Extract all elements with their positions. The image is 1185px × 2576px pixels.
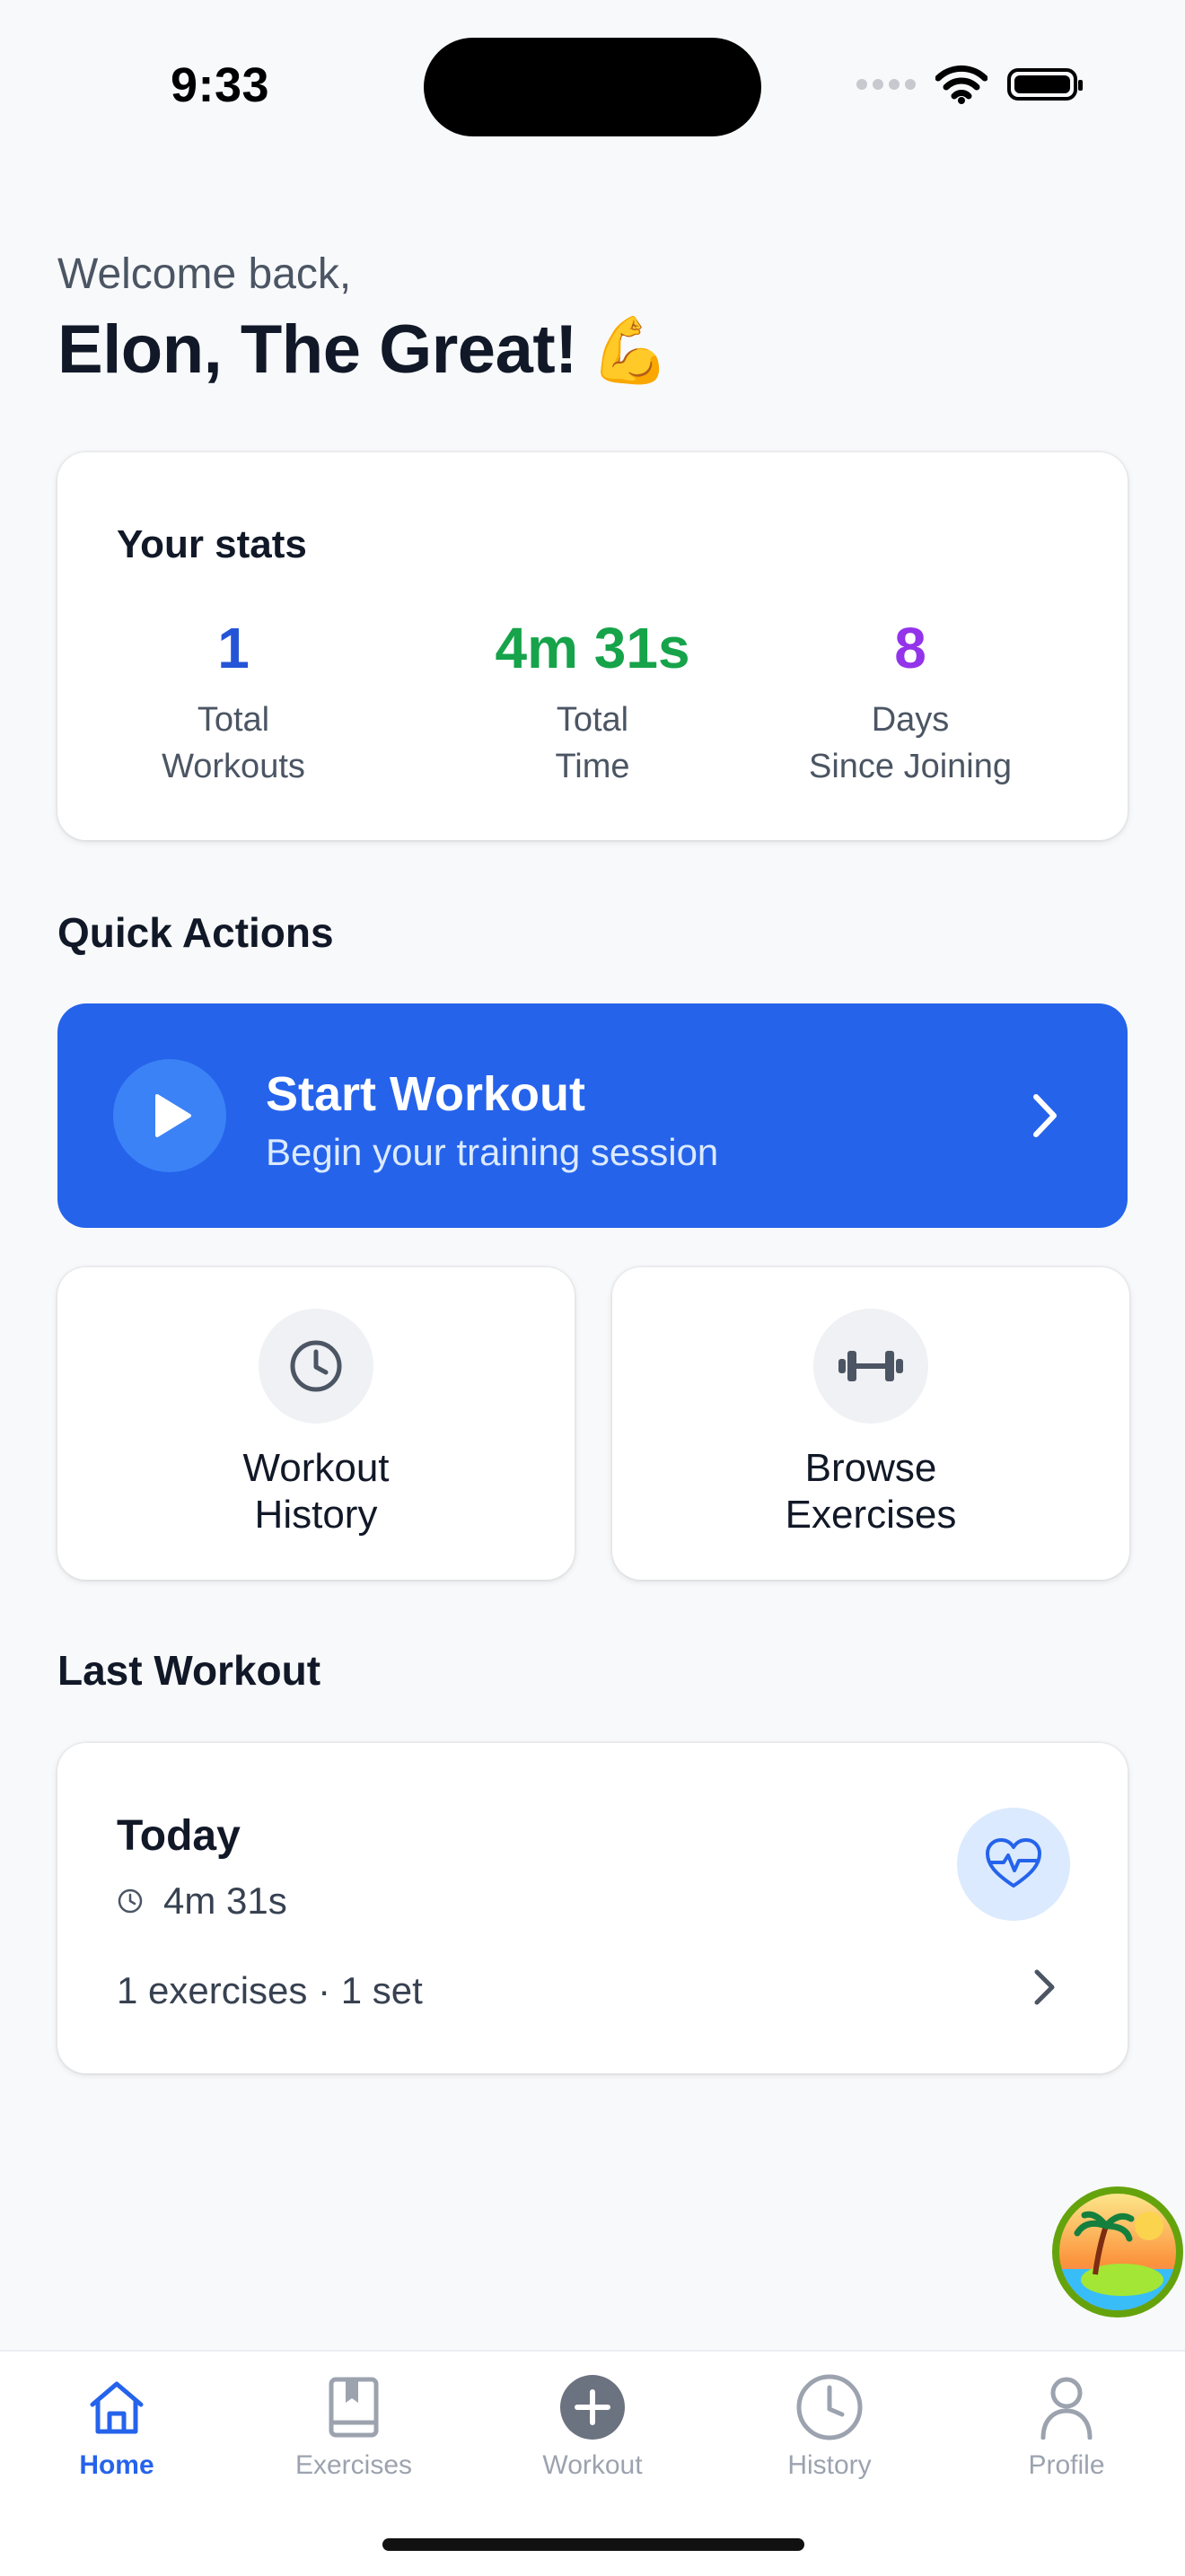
clock-icon [290,1340,342,1392]
duration-value: 4m 31s [163,1879,287,1922]
play-icon [155,1094,191,1137]
last-workout-day: Today [117,1812,241,1860]
tab-workout[interactable]: Workout [503,2373,682,2481]
tab-label: Home [79,2450,154,2480]
stat-label: Total Workouts [81,697,386,790]
flexed-biceps-emoji: 💪 [589,315,671,387]
stat-label-line: Time [555,748,630,785]
start-workout-subtitle: Begin your training session [266,1131,719,1173]
tab-history[interactable]: History [740,2373,919,2481]
stat-total-workouts: 1 Total Workouts [81,619,386,790]
browse-exercises-label: Browse Exercises [612,1445,1129,1538]
tab-label: Workout [542,2450,643,2480]
stats-card: Your stats 1 Total Workouts 4m 31s Total… [57,452,1128,840]
battery-icon [1007,68,1083,101]
stat-label-line: Days [871,701,950,739]
last-workout-card[interactable]: Today 4m 31s 1 exercises · 1 set [57,1743,1128,2073]
dumbbell-icon-circle [813,1309,928,1424]
action-label-line: Workout [242,1446,390,1490]
last-workout-meta: 1 exercises · 1 set [117,1969,423,2011]
status-icons [856,65,1083,104]
dumbbell-icon [838,1351,903,1381]
home-icon [83,2373,151,2441]
action-label-line: History [254,1493,378,1537]
plus-circle-icon [558,2373,627,2441]
chevron-right-icon [1033,1094,1057,1137]
last-workout-title: Last Workout [57,1647,321,1694]
clock-icon [118,1888,143,1914]
signal-dots-icon [856,79,916,90]
stat-value: 1 [217,616,250,680]
clock-icon [795,2373,864,2441]
last-workout-duration: 4m 31s [117,1879,287,1923]
action-label-line: Exercises [785,1493,957,1537]
workout-history-label: Workout History [57,1445,575,1538]
stat-label-line: Total [556,701,629,739]
clock-icon-circle [259,1309,373,1424]
book-icon [320,2373,388,2441]
welcome-text: Welcome back, [57,250,352,298]
user-greeting: Elon, The Great! 💪 [57,311,671,389]
username: Elon, The Great! [57,311,577,388]
tab-profile[interactable]: Profile [977,2373,1156,2481]
heart-pulse-icon [986,1838,1041,1888]
person-icon [1032,2373,1101,2441]
quick-actions-title: Quick Actions [57,909,334,956]
heart-pulse-icon-circle [957,1808,1070,1921]
start-workout-button[interactable]: Start Workout Begin your training sessio… [57,1003,1128,1228]
chevron-right-icon [1034,1969,1055,2005]
stat-days-since-joining: 8 Days Since Joining [758,619,1063,790]
wifi-icon [935,65,988,104]
tropical-island-avatar [1059,2194,1176,2310]
stat-label-line: Total [197,701,270,739]
stat-value: 8 [894,616,926,680]
stat-total-time: 4m 31s Total Time [440,619,745,790]
home-indicator [382,2538,804,2551]
tab-label: Exercises [294,2450,413,2480]
tab-label: Profile [1028,2450,1105,2480]
workout-history-button[interactable]: Workout History [57,1267,575,1580]
play-icon-circle [113,1059,226,1172]
stat-label: Days Since Joining [758,697,1063,790]
tab-home[interactable]: Home [27,2373,206,2481]
floating-avatar-button[interactable] [1052,2186,1183,2318]
stat-label: Total Time [440,697,745,790]
action-label-line: Browse [804,1446,937,1490]
browse-exercises-button[interactable]: Browse Exercises [612,1267,1129,1580]
tab-label: History [787,2450,872,2480]
stat-value: 4m 31s [495,616,690,680]
stat-label-line: Workouts [162,748,305,785]
start-workout-title: Start Workout [266,1067,586,1121]
dynamic-island [424,38,761,136]
tab-exercises[interactable]: Exercises [264,2373,443,2481]
status-time: 9:33 [171,58,270,112]
stats-title: Your stats [117,522,307,566]
stat-label-line: Since Joining [808,748,1013,785]
